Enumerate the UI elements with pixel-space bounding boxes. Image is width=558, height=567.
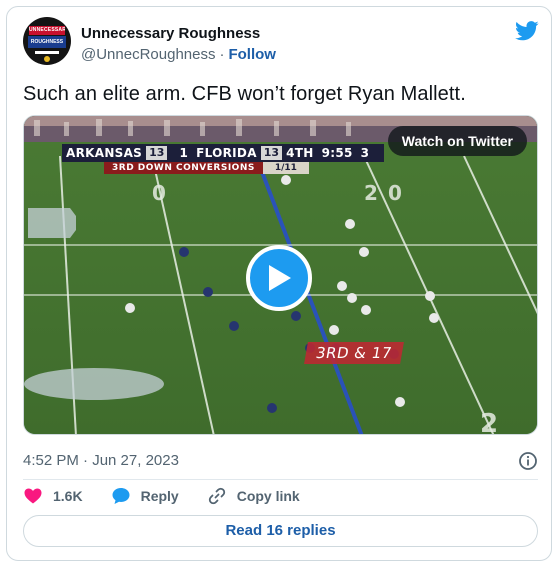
author-handle-row: @UnnecRoughness · Follow xyxy=(81,45,276,65)
down-distance-marker: 3RD & 17 xyxy=(304,342,404,364)
scorebug-team2-score: 13 xyxy=(260,146,283,160)
play-button[interactable] xyxy=(246,245,312,311)
tweet-timestamp[interactable]: 4:52 PM · Jun 27, 2023 xyxy=(23,451,179,471)
avatar-logo-text-top: UNNECESSARY xyxy=(29,26,65,35)
avatar-logo-dot xyxy=(44,56,50,62)
action-bar: 1.6K Reply Copy link xyxy=(23,485,328,507)
read-replies-button[interactable]: Read 16 replies xyxy=(23,515,538,547)
scorebug-stat-value: 1/11 xyxy=(262,162,309,174)
tweet-text: Such an elite arm. CFB won’t forget Ryan… xyxy=(23,83,466,105)
avatar-logo-text-mid: ROUGHNESS xyxy=(28,36,66,48)
info-icon[interactable] xyxy=(518,451,538,471)
author-handle[interactable]: @UnnecRoughness xyxy=(81,46,215,63)
reply-label: Reply xyxy=(140,488,179,504)
scorebug-team1: ARKANSAS xyxy=(66,146,143,160)
twitter-bird-icon[interactable] xyxy=(515,21,539,41)
copy-link-button[interactable]: Copy link xyxy=(207,486,300,506)
scorebug: ARKANSAS 13 1 FLORIDA 13 4TH 9:55 3 xyxy=(62,144,384,162)
divider xyxy=(23,479,538,480)
like-count: 1.6K xyxy=(53,488,83,504)
yard-number-1: 0 xyxy=(152,181,166,205)
scorebug-stat-label: 3RD DOWN CONVERSIONS xyxy=(104,162,263,174)
scorebug-clock: 9:55 xyxy=(321,146,353,160)
yard-number-3: 0 xyxy=(388,181,402,205)
author-block: Unnecessary Roughness @UnnecRoughness · Fo… xyxy=(81,24,276,65)
yard-number-4: 2 xyxy=(480,409,498,435)
like-button[interactable]: 1.6K xyxy=(23,486,83,506)
scorebug-stat: 3RD DOWN CONVERSIONS 1/11 xyxy=(104,162,309,174)
avatar[interactable]: UNNECESSARY ROUGHNESS xyxy=(23,17,71,65)
scorebug-team2: FLORIDA xyxy=(196,146,257,160)
scorebug-quarter: 4TH xyxy=(286,146,314,160)
author-display-name[interactable]: Unnecessary Roughness xyxy=(81,24,276,44)
watch-on-twitter-button[interactable]: Watch on Twitter xyxy=(387,126,527,156)
reply-button[interactable]: Reply xyxy=(111,486,179,506)
heart-icon xyxy=(24,488,42,504)
separator-dot: · xyxy=(219,46,225,63)
video-player[interactable]: 0 2 0 2 ARKANSAS 13 1 FLORIDA 13 4TH 9:5… xyxy=(23,115,538,435)
speech-bubble-icon xyxy=(112,488,130,504)
tweet-card: UNNECESSARY ROUGHNESS Unnecessary Roughn… xyxy=(6,6,552,561)
scorebug-extra: 3 xyxy=(360,146,370,160)
follow-button[interactable]: Follow xyxy=(228,46,276,63)
scorebug-team1-score: 13 xyxy=(146,146,168,160)
copy-link-label: Copy link xyxy=(236,488,300,504)
scorebug-team2-rank: 1 xyxy=(179,146,189,160)
link-icon xyxy=(208,487,225,505)
yard-number-2: 2 xyxy=(364,181,378,205)
avatar-logo-bar xyxy=(35,51,59,54)
play-icon xyxy=(269,265,291,291)
